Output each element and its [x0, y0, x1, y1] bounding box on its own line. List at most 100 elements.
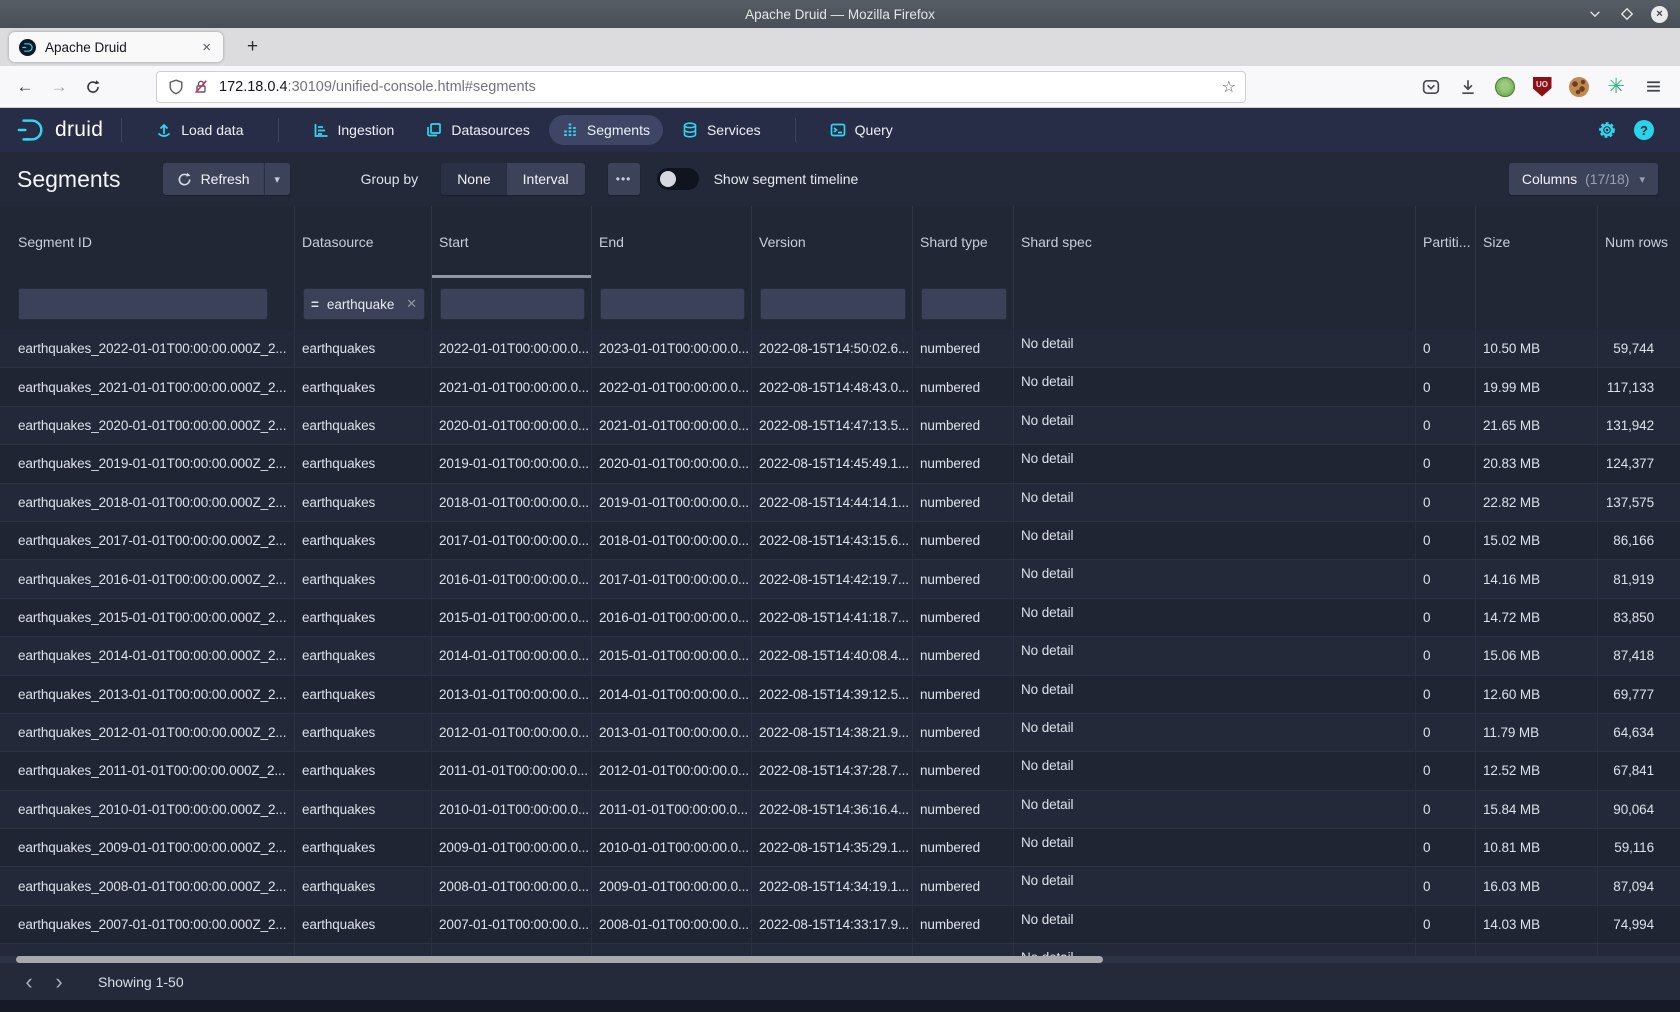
new-tab-button[interactable]: +: [239, 34, 266, 60]
nav-item-query[interactable]: Query: [817, 115, 906, 145]
column-header-num-rows[interactable]: Num rows: [1598, 206, 1680, 278]
toggle-knob: [660, 171, 676, 187]
showing-label: Showing 1-50: [98, 974, 184, 990]
bookmark-star-icon[interactable]: ☆: [1222, 77, 1236, 97]
shield-icon[interactable]: [168, 79, 184, 95]
cell-id: earthquakes_2012-01-01T00:00:00.000Z_2..…: [0, 714, 295, 751]
column-header-datasource[interactable]: Datasource: [295, 206, 432, 278]
cell-start: 2014-01-01T00:00:00.0...: [432, 637, 592, 674]
nav-item-services[interactable]: Services: [669, 115, 774, 145]
cell-datasource: earthquakes: [295, 676, 432, 713]
version-filter-input[interactable]: [760, 288, 906, 320]
cell-datasource: earthquakes: [295, 714, 432, 751]
privacy-badger-icon[interactable]: [1494, 76, 1516, 98]
segment-id-filter-input[interactable]: [18, 288, 268, 320]
group-by-interval-button[interactable]: Interval: [507, 163, 585, 195]
nav-item-ingestion[interactable]: Ingestion: [300, 115, 408, 145]
tab-title: Apache Druid: [45, 40, 198, 55]
table-row: earthquakes_2007-01-01T00:00:00.000Z_2..…: [0, 906, 1680, 944]
cell-size: 20.83 MB: [1476, 445, 1598, 482]
cell-version: 2022-08-15T14:47:13.5...: [752, 407, 913, 444]
column-header-segment-id[interactable]: Segment ID: [0, 206, 295, 278]
cell-id: earthquakes_2011-01-01T00:00:00.000Z_2..…: [0, 752, 295, 789]
datasource-filter-input[interactable]: = earthquake ✕: [303, 288, 425, 320]
druid-brand[interactable]: druid: [16, 115, 103, 145]
tab-close-icon[interactable]: ×: [198, 39, 215, 56]
cell-num_rows: 124,377: [1598, 445, 1680, 482]
start-filter-input[interactable]: [440, 288, 585, 320]
cell-shard_type: numbered: [913, 445, 1014, 482]
table-row: earthquakes_2014-01-01T00:00:00.000Z_2..…: [0, 637, 1680, 675]
column-header-start[interactable]: Start: [432, 206, 592, 278]
browser-tab-apache-druid[interactable]: Apache Druid ×: [9, 32, 223, 62]
cell-partition: 0: [1416, 368, 1476, 405]
cell-end: 2008-01-01T00:00:00.0...: [592, 906, 752, 943]
cell-num_rows: [1598, 944, 1680, 957]
cell-shard_type: numbered: [913, 637, 1014, 674]
cell-end: 2023-01-01T00:00:00.0...: [592, 330, 752, 367]
end-filter-input[interactable]: [600, 288, 745, 320]
column-header-partition[interactable]: Partiti...: [1416, 206, 1476, 278]
back-icon[interactable]: ←: [8, 77, 42, 97]
chevron-left-icon[interactable]: ‹: [14, 967, 44, 997]
columns-button[interactable]: Columns (17/18) ▾: [1509, 163, 1658, 195]
tab-bar: Apache Druid × +: [0, 28, 1680, 66]
cell-end: 2022-01-01T00:00:00.0...: [592, 368, 752, 405]
cell-size: 11.79 MB: [1476, 714, 1598, 751]
column-header-size[interactable]: Size: [1476, 206, 1598, 278]
pocket-icon[interactable]: [1420, 76, 1442, 98]
chevron-right-icon[interactable]: ›: [44, 967, 74, 997]
column-header-shard-type[interactable]: Shard type: [913, 206, 1014, 278]
cell-version: 2022-08-15T14:43:15.6...: [752, 522, 913, 559]
column-header-end[interactable]: End: [592, 206, 752, 278]
hamburger-menu-icon[interactable]: [1642, 76, 1664, 98]
cell-partition: [1416, 944, 1476, 957]
gear-icon[interactable]: [1597, 120, 1617, 140]
url-bar[interactable]: 172.18.0.4:30109/unified-console.html#se…: [156, 71, 1246, 103]
cell-partition: 0: [1416, 752, 1476, 789]
cell-start: 2015-01-01T00:00:00.0...: [432, 599, 592, 636]
shard-type-filter-input[interactable]: [921, 288, 1007, 320]
cell-datasource: earthquakes: [295, 484, 432, 521]
nav-item-segments[interactable]: Segments: [549, 115, 663, 145]
cookie-extension-icon[interactable]: [1568, 76, 1590, 98]
reload-icon[interactable]: [76, 79, 110, 95]
more-options-button[interactable]: •••: [608, 163, 640, 195]
nav-item-load-data[interactable]: Load data: [143, 115, 256, 145]
forward-icon[interactable]: →: [42, 77, 76, 97]
help-icon[interactable]: ?: [1634, 120, 1654, 140]
cell-version: 2022-08-15T14:50:02.6...: [752, 330, 913, 367]
close-icon[interactable]: ×: [1651, 6, 1668, 23]
cell-partition: 0: [1416, 867, 1476, 904]
cell-shard_type: numbered: [913, 791, 1014, 828]
maximize-icon[interactable]: [1619, 6, 1635, 22]
cell-partition: 0: [1416, 407, 1476, 444]
group-by-none-button[interactable]: None: [441, 163, 506, 195]
extension-asterisk-icon[interactable]: ✳: [1605, 76, 1627, 98]
table-row-partial: No detail: [0, 944, 1680, 957]
table-row: earthquakes_2011-01-01T00:00:00.000Z_2..…: [0, 752, 1680, 790]
table-row: earthquakes_2016-01-01T00:00:00.000Z_2..…: [0, 560, 1680, 598]
download-icon[interactable]: [1457, 76, 1479, 98]
column-header-version[interactable]: Version: [752, 206, 913, 278]
chip-dismiss-icon[interactable]: ✕: [406, 296, 417, 312]
refresh-button[interactable]: Refresh: [163, 163, 264, 195]
minimize-icon[interactable]: [1587, 6, 1603, 22]
stacked-bars-icon: [562, 122, 578, 138]
nav-item-label: Segments: [587, 122, 650, 138]
ublock-origin-icon[interactable]: UO: [1531, 76, 1553, 98]
refresh-dropdown-caret[interactable]: ▾: [264, 163, 290, 195]
url-text: 172.18.0.4:30109/unified-console.html#se…: [219, 79, 1222, 95]
cell-start: 2022-01-01T00:00:00.0...: [432, 330, 592, 367]
segment-timeline-toggle[interactable]: [657, 168, 699, 190]
lock-insecure-icon[interactable]: [193, 79, 209, 95]
nav-item-datasources[interactable]: Datasources: [413, 115, 543, 145]
cell-start: 2010-01-01T00:00:00.0...: [432, 791, 592, 828]
column-header-shard-spec[interactable]: Shard spec: [1014, 206, 1416, 278]
cell-size: 12.60 MB: [1476, 676, 1598, 713]
cell-end: 2020-01-01T00:00:00.0...: [592, 445, 752, 482]
cell-shard_spec: No detail: [1014, 522, 1416, 559]
scrollbar-thumb[interactable]: [16, 956, 1103, 963]
refresh-icon: [177, 172, 192, 187]
cell-end: 2019-01-01T00:00:00.0...: [592, 484, 752, 521]
